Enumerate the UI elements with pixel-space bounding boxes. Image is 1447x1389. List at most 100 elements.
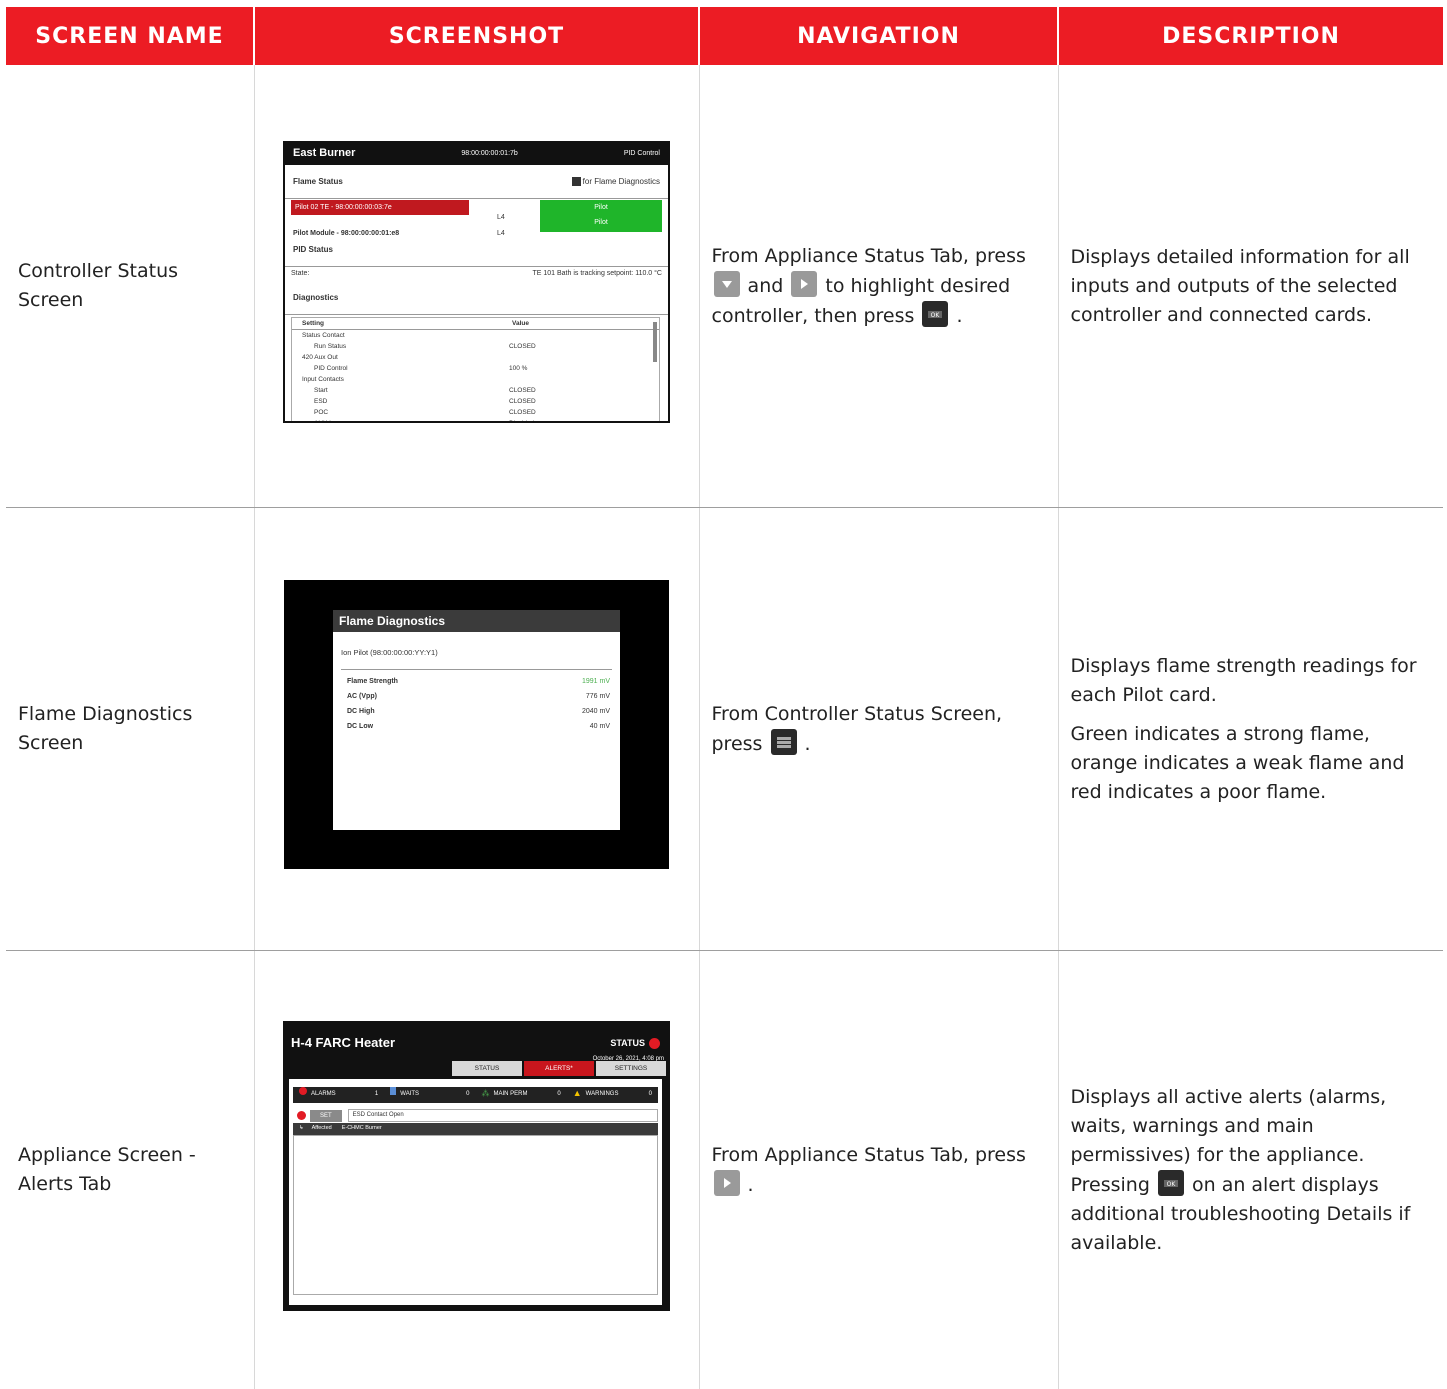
diagnostic-setting: 420 Aux Out <box>302 353 338 361</box>
table-row: Flame Diagnostics Screen Flame Diagnosti… <box>6 507 1443 951</box>
screen-title: East Burner <box>293 147 356 159</box>
diag-hint-text: for Flame Diagnostics <box>582 176 660 186</box>
pilot-row: Pilot Module - 98:00:00:00:01:e8 <box>293 229 400 237</box>
navigation-cell: From Appliance Status Tab, press . <box>699 950 1059 1389</box>
alert-count-group: ALARMS 1 <box>293 1080 384 1109</box>
screen-name-cell: Flame Diagnostics Screen <box>6 507 255 951</box>
count-value: 1 <box>374 1091 379 1097</box>
diagnostics-dialog: Flame Diagnostics Ion Pilot (98:00:00:00… <box>333 610 620 830</box>
ok-key-icon: OK <box>922 300 949 327</box>
screen-name: Controller Status Screen <box>18 260 179 311</box>
ok-key-icon: OK <box>1157 1169 1184 1196</box>
reading-label: DC Low <box>347 723 374 730</box>
description-cell: Displays all active alerts (alarms, wait… <box>1058 951 1443 1389</box>
reading-value: 40 mV <box>589 723 610 730</box>
diagnostic-row: POC CLOSED <box>292 407 659 418</box>
alarm-icon <box>299 1080 307 1109</box>
pilot2-level: L4 <box>497 229 505 237</box>
diagnostic-value: CLOSED <box>509 397 536 405</box>
right-arrow-key-icon <box>713 1169 740 1196</box>
diagnostic-row: Input Contacts <box>292 374 659 385</box>
screen-name-cell: Controller Status Screen <box>6 65 255 508</box>
diagnostic-setting: POC <box>314 408 329 416</box>
screen-name: Appliance Screen - Alerts Tab <box>18 1144 196 1195</box>
flame-readings: Flame Strength 1991 mV AC (Vpp) 776 mV DC Hi… <box>333 674 620 734</box>
diagnostic-setting: Start <box>314 386 328 394</box>
svg-text:OK: OK <box>931 312 941 319</box>
description-cell: Displays detailed information for all in… <box>1058 65 1443 508</box>
reading-value: 776 mV <box>585 693 610 700</box>
diagnostic-value: CLOSED <box>509 386 536 394</box>
diagnostics-list: Status Contact Run Status CLOSED 420 Aux Ou… <box>292 330 659 421</box>
alert-count-group: WAITS 0 <box>384 1080 475 1109</box>
diagnostic-value: CLOSED <box>509 342 536 350</box>
header-screen-name: SCREEN NAME <box>6 7 255 65</box>
appliance-title: H-4 FARC Heater <box>291 1034 396 1050</box>
count-label: WARNINGS <box>585 1091 619 1097</box>
header-description: DESCRIPTION <box>1058 7 1443 65</box>
tab-status[interactable]: STATUS <box>452 1060 522 1076</box>
count-value: 0 <box>648 1091 652 1097</box>
alert-text: ESD Contact Open <box>347 1109 658 1122</box>
table-row: Controller Status Screen East Burner 98:… <box>6 65 1443 508</box>
pilot-row-alert: Pilot 02 TE - 98:00:00:00:03:7e <box>291 199 469 215</box>
screenshot-cell: Flame Diagnostics Ion Pilot (98:00:00:00… <box>254 507 700 951</box>
count-value: 0 <box>557 1091 561 1097</box>
pilot2-state: Pilot <box>594 218 608 226</box>
diagnostic-row: Status Contact <box>292 330 659 341</box>
header-row: SCREEN NAME SCREENSHOT NAVIGATION DESCRI… <box>6 7 1443 65</box>
table-row: Appliance Screen - Alerts Tab H-4 FARC H… <box>6 950 1443 1389</box>
diagnostic-value: CLOSED <box>509 408 536 416</box>
pid-state-row: State: TE 101 Bath is tracking setpoint:… <box>285 267 668 281</box>
nav-end: . <box>747 1173 754 1196</box>
warning-icon: ▲ <box>572 1088 582 1098</box>
diagnostic-row: Run Status CLOSED <box>292 341 659 352</box>
nav-text: From Appliance Status Tab, press <box>711 1143 1026 1166</box>
alert-list-area <box>293 1134 658 1295</box>
diag-hint: for Flame Diagnostics <box>571 167 660 196</box>
reading-value: 1991 mV <box>581 678 610 685</box>
reading-label: AC (Vpp) <box>347 693 377 700</box>
col-value: Value <box>512 319 529 327</box>
flame-reading-row: Flame Strength 1991 mV <box>347 674 610 689</box>
state-value: TE 101 Bath is tracking setpoint: 110.0 … <box>532 270 662 277</box>
tab-settings[interactable]: SETTINGS <box>596 1060 666 1076</box>
screenshot-cell: H-4 FARC Heater STATUS October 26, 2021,… <box>254 950 700 1389</box>
alert-count-group: ▲ WARNINGS 0 <box>567 1079 658 1110</box>
right-arrow-key-icon <box>791 270 818 297</box>
affected-row: ↳ Affected E-CHMC Burner <box>293 1122 658 1135</box>
navigation-cell: From Appliance Status Tab, press and to … <box>699 65 1059 508</box>
flame-diagnostics-screenshot: Flame Diagnostics Ion Pilot (98:00:00:00… <box>284 580 669 869</box>
menu-key-icon <box>571 176 581 186</box>
reading-value: 2040 mV <box>581 708 610 715</box>
diagnostic-value: 100 % <box>509 364 528 372</box>
diagnostic-setting: PID Control <box>314 364 348 372</box>
flame-status-section: Flame Status for Flame Diagnostics <box>285 165 668 199</box>
flame-reading-row: DC High 2040 mV <box>347 704 610 719</box>
tab-bar: STATUS ALERTS* SETTINGS <box>452 1060 666 1076</box>
alert-count-bar: ALARMS 1 WAITS 0 ⁂ MAIN PERM 0 ▲ WARNINGS 0 <box>293 1086 658 1103</box>
tab-alerts[interactable]: ALERTS* <box>524 1060 594 1076</box>
diagnostic-value <box>509 374 539 385</box>
header-navigation: NAVIGATION <box>699 7 1059 65</box>
description-text: Displays flame strength readings for eac… <box>1070 654 1417 706</box>
nav-end: . <box>804 732 811 755</box>
diagnostic-setting: ESD <box>314 397 328 405</box>
screen-title-bar: East Burner 98:00:00:00:01:7b PID Contro… <box>285 142 668 165</box>
col-setting: Setting <box>302 319 325 327</box>
diagnostic-value: Disabled <box>509 418 539 421</box>
dialog-title: Flame Diagnostics <box>333 610 620 632</box>
flame-status-heading: Flame Status <box>293 176 343 186</box>
wait-icon <box>390 1080 397 1109</box>
pilot-rows: Pilot 02 TE - 98:00:00:00:03:7e L4 Pilot… <box>285 199 668 237</box>
diagnostic-setting: Status Contact <box>302 331 345 339</box>
reading-label: Flame Strength <box>347 678 398 685</box>
diagnostic-row: 420 Aux Out <box>292 352 659 363</box>
scrollbar[interactable] <box>653 321 657 362</box>
description-text-colors: Green indicates a strong flame, orange i… <box>1070 722 1405 803</box>
navigation-cell: From Controller Status Screen, press . <box>699 507 1059 951</box>
diagnostic-value <box>509 352 539 363</box>
diagnostics-table: Setting Value Status Contact Run Status CL… <box>291 316 660 421</box>
pilot-state-box: Pilot Pilot <box>540 199 662 232</box>
diagnostic-setting: Input Contacts <box>302 375 344 383</box>
